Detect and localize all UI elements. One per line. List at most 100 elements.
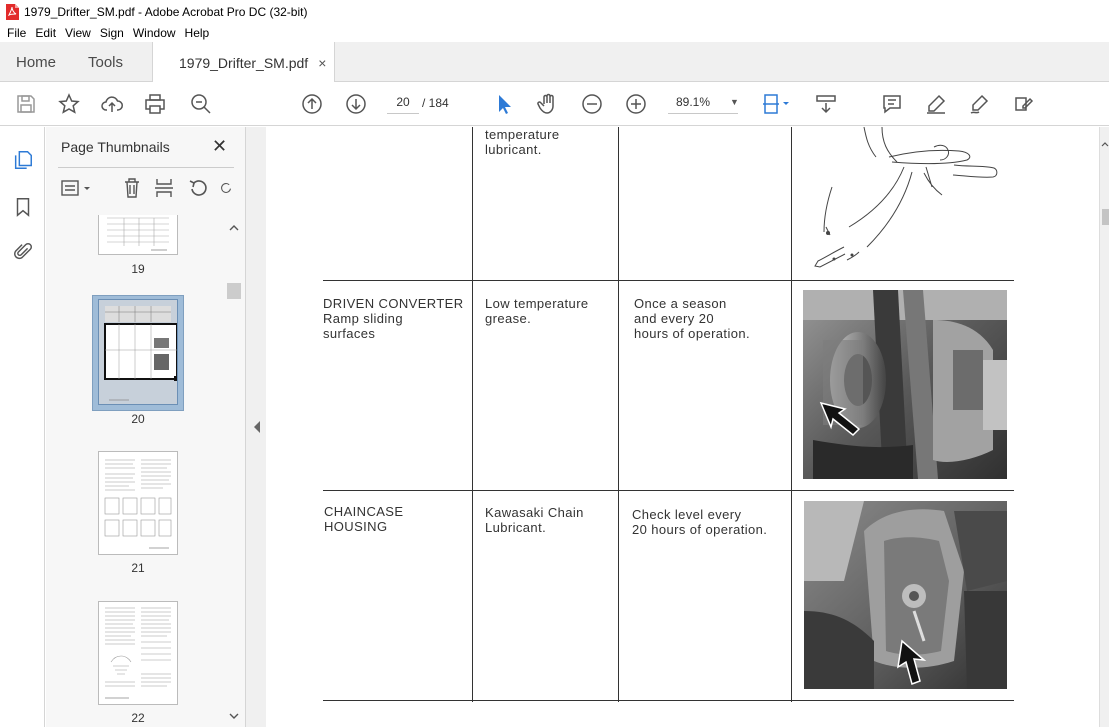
arrow-down-circle-icon: [346, 94, 366, 114]
panel-title: Page Thumbnails: [61, 139, 170, 155]
tab-close-icon[interactable]: ×: [318, 55, 326, 71]
comment-button[interactable]: [878, 90, 906, 118]
pen-highlight-icon: [927, 94, 946, 114]
toolbar: [0, 82, 1109, 126]
rotate-right-icon: [221, 183, 231, 193]
find-button[interactable]: [187, 90, 215, 118]
arrow-up-circle-icon: [302, 94, 322, 114]
rotate-left-icon: [189, 180, 207, 196]
cursor-arrow-icon: [499, 95, 511, 114]
scroll-down-arrow-icon[interactable]: [227, 709, 241, 723]
page-thumbnails-panel: Page Thumbnails ✕ 19 20 21 22: [46, 127, 246, 727]
thumbnail-page-22[interactable]: [98, 601, 178, 705]
pdf-page: temperature lubricant. DRIVEN CONVERTER …: [266, 127, 1099, 727]
zoom-out-button[interactable]: [578, 90, 606, 118]
thumbnail-list: 19 20 21 22: [46, 215, 226, 727]
page-number-input[interactable]: [387, 90, 419, 114]
scroll-download-icon: [816, 95, 836, 114]
panel-toolbar: [46, 172, 246, 204]
upload-button[interactable]: [98, 90, 126, 118]
thumbnail-scrollbar[interactable]: [227, 215, 241, 727]
document-scroll-thumb[interactable]: [1102, 209, 1109, 225]
scroll-up-arrow-icon[interactable]: [227, 221, 241, 235]
fit-page-icon: [763, 94, 789, 114]
thumbnail-options-button[interactable]: [60, 176, 94, 200]
table-row-divider: [323, 280, 1014, 281]
thumbnail-page-20[interactable]: [98, 299, 179, 405]
menu-sign[interactable]: Sign: [100, 26, 124, 40]
pen-sign-icon: [970, 94, 989, 114]
tab-home[interactable]: Home: [16, 42, 56, 82]
highlight-button[interactable]: [922, 90, 950, 118]
previous-page-button[interactable]: [298, 90, 326, 118]
hand-tool-button[interactable]: [534, 90, 562, 118]
chevron-down-icon: ▼: [730, 96, 739, 107]
close-icon[interactable]: ✕: [212, 136, 227, 157]
thumbnail-label-21: 21: [131, 561, 145, 575]
next-page-button[interactable]: [342, 90, 370, 118]
document-viewer[interactable]: temperature lubricant. DRIVEN CONVERTER …: [266, 127, 1099, 727]
page-22-preview: [105, 607, 171, 699]
panel-splitter[interactable]: [246, 127, 266, 727]
thumbnail-page-21[interactable]: [98, 451, 178, 555]
menu-window[interactable]: Window: [133, 26, 176, 40]
scroll-mode-button[interactable]: [812, 90, 840, 118]
fill-sign-button[interactable]: [1010, 90, 1038, 118]
scroll-thumb[interactable]: [227, 283, 241, 299]
page-thumbnails-rail-button[interactable]: [10, 147, 36, 173]
zoom-dropdown[interactable]: 89.1% ▼: [668, 90, 739, 114]
thumbnail-page-19[interactable]: [98, 215, 178, 255]
panel-divider: [58, 167, 234, 168]
thumbnail-label-20: 20: [131, 412, 145, 426]
printer-icon: [145, 94, 165, 114]
minus-circle-icon: [582, 94, 602, 114]
print-button[interactable]: [141, 90, 169, 118]
window-title: 1979_Drifter_SM.pdf - Adobe Acrobat Pro …: [24, 5, 308, 19]
save-button[interactable]: [12, 90, 40, 118]
rotate-clockwise-button[interactable]: [219, 176, 233, 200]
comment-icon: [883, 95, 901, 114]
bookmark-star-button[interactable]: [55, 90, 83, 118]
zoom-search-icon: [191, 94, 211, 114]
tab-document[interactable]: 1979_Drifter_SM.pdf ×: [152, 42, 336, 83]
page-display-button[interactable]: [757, 90, 795, 118]
document-scrollbar[interactable]: [1099, 127, 1109, 727]
title-bar: 1979_Drifter_SM.pdf - Adobe Acrobat Pro …: [0, 0, 1109, 24]
paperclip-icon: [14, 243, 32, 260]
thumbnail-label-19: 19: [131, 262, 145, 276]
cloud-upload-icon: [101, 96, 123, 112]
tab-tools[interactable]: Tools: [88, 42, 123, 82]
extract-page-button[interactable]: [152, 176, 176, 200]
menu-edit[interactable]: Edit: [35, 26, 56, 40]
acrobat-app-icon: [6, 4, 19, 20]
rotate-counterclockwise-button[interactable]: [187, 176, 211, 200]
collapse-panel-icon[interactable]: [252, 420, 262, 434]
menu-help[interactable]: Help: [185, 26, 210, 40]
star-icon: [58, 93, 80, 114]
zoom-in-button[interactable]: [622, 90, 650, 118]
tab-bar: Home Tools 1979_Drifter_SM.pdf ×: [0, 42, 1109, 83]
table-row-divider: [323, 490, 1014, 491]
select-tool-button[interactable]: [490, 90, 518, 118]
pages-icon: [14, 151, 32, 169]
menu-view[interactable]: View: [65, 26, 91, 40]
sign-button[interactable]: [966, 90, 994, 118]
menu-file[interactable]: File: [7, 26, 26, 40]
chaincase-housing-photo: [804, 501, 1007, 689]
hand-icon: [537, 93, 554, 114]
row3-item: CHAINCASE HOUSING: [324, 504, 404, 534]
delete-page-button[interactable]: [120, 176, 144, 200]
table-column-divider: [618, 127, 619, 702]
form-edit-icon: [1015, 97, 1034, 111]
throttle-cable-illustration: [814, 127, 998, 268]
table-column-divider: [791, 127, 792, 702]
bookmarks-rail-button[interactable]: [10, 194, 36, 220]
row2-interval: Once a season and every 20 hours of oper…: [634, 296, 751, 341]
attachments-rail-button[interactable]: [10, 239, 36, 265]
left-rail: [0, 127, 45, 727]
table-row-divider: [323, 700, 1014, 701]
scroll-up-arrow-icon[interactable]: [1100, 139, 1109, 149]
row2-item: DRIVEN CONVERTER Ramp sliding surfaces: [323, 296, 464, 341]
thumbnail-label-22: 22: [131, 711, 145, 725]
row3-lubricant: Kawasaki Chain Lubricant.: [485, 505, 584, 535]
